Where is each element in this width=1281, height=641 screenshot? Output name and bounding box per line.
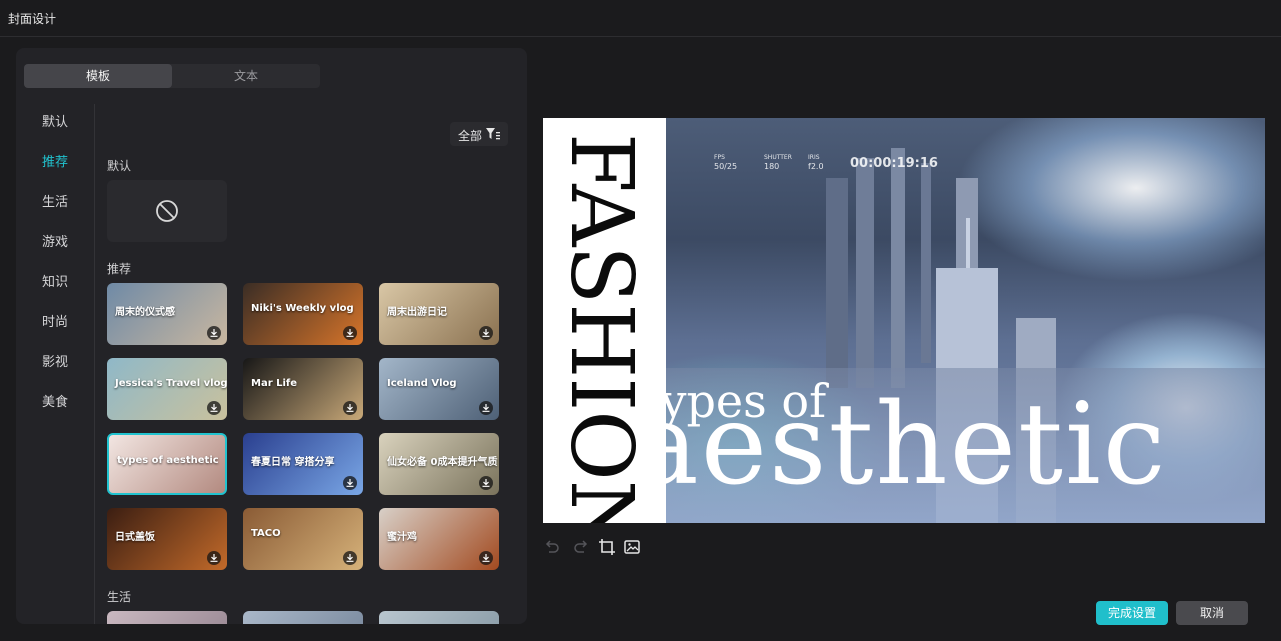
done-button[interactable]: 完成设置 [1096,601,1168,625]
download-icon[interactable] [343,326,357,340]
template-thumbnail[interactable]: Mar Life [243,358,363,420]
download-icon[interactable] [343,476,357,490]
preview-headline: aesthetic [666,380,1168,510]
download-icon[interactable] [479,476,493,490]
category-default[interactable]: 默认 [16,111,94,130]
vertical-title-text: FASHION [551,133,651,523]
tab-template[interactable]: 模板 [24,64,172,88]
thumbnail-caption: 春夏日常 穿搭分享 [251,457,335,468]
template-thumbnail[interactable]: 春夏日常 穿搭分享 [243,433,363,495]
thumbnail-caption: Mar Life [251,378,298,389]
thumbnail-caption: 蜜汁鸡 [387,532,417,543]
category-divider [94,104,95,624]
template-thumbnail[interactable]: Iceland Vlog [379,358,499,420]
download-icon[interactable] [207,551,221,565]
thumbnail-caption: Niki's Weekly vlog [251,303,354,314]
category-games[interactable]: 游戏 [16,231,94,250]
undo-icon[interactable] [543,538,561,556]
thumbnail-caption: Jessica's Travel vlog [115,378,227,389]
title-bar: 封面设计 [0,0,1281,37]
download-icon[interactable] [343,401,357,415]
category-knowledge[interactable]: 知识 [16,271,94,290]
thumbnail-caption: TACO [251,528,281,539]
crop-icon[interactable] [598,538,616,556]
template-thumbnail-partial[interactable] [379,611,499,624]
tab-text[interactable]: 文本 [172,64,320,88]
cancel-button[interactable]: 取消 [1176,601,1248,625]
thumbnail-caption: 仙女必备 0成本提升气质 [387,457,498,468]
filter-label: 全部 [458,129,483,143]
window-title: 封面设计 [8,12,57,26]
cover-preview[interactable]: FASHION FPS 50/25 SHUTTER 180 IRIS f2.0 … [543,118,1265,523]
template-thumbnail[interactable]: Jessica's Travel vlog [107,358,227,420]
template-thumbnail[interactable]: TACO [243,508,363,570]
template-thumbnail[interactable]: 仙女必备 0成本提升气质 [379,433,499,495]
redo-icon[interactable] [572,538,590,556]
template-thumbnail-partial[interactable] [107,611,227,624]
no-cover-option[interactable] [107,180,227,242]
category-recommended[interactable]: 推荐 [16,151,94,170]
download-icon[interactable] [479,326,493,340]
download-icon[interactable] [343,551,357,565]
preview-text-layer: types of aesthetic [666,118,1265,523]
template-panel: 模板 文本 默认 推荐 生活 游戏 知识 时尚 影视 美食 全部 默认 推荐 周… [16,48,527,624]
thumbnail-caption: types of aesthetic [117,455,219,466]
thumbnail-caption: 日式盖饭 [115,532,155,543]
download-icon[interactable] [479,401,493,415]
template-thumbnail[interactable]: 日式盖饭 [107,508,227,570]
section-default-label: 默认 [107,159,132,173]
thumbnail-caption: 周末出游日记 [387,307,447,318]
replace-image-icon[interactable] [623,538,641,556]
template-thumbnail[interactable]: types of aesthetic [107,433,227,495]
download-icon[interactable] [207,401,221,415]
vertical-title: FASHION [551,123,661,523]
category-fashion[interactable]: 时尚 [16,311,94,330]
template-thumbnail[interactable]: 周末的仪式感 [107,283,227,345]
no-cover-icon [156,200,178,222]
template-thumbnail[interactable]: 周末出游日记 [379,283,499,345]
panel-tabs: 模板 文本 [24,64,320,88]
category-film[interactable]: 影视 [16,351,94,370]
download-icon[interactable] [207,326,221,340]
category-life[interactable]: 生活 [16,191,94,210]
template-thumbnail[interactable]: Niki's Weekly vlog [243,283,363,345]
section-recommended-label: 推荐 [107,262,132,276]
template-thumbnail-partial[interactable] [243,611,363,624]
filter-icon [486,128,500,140]
thumbnail-caption: 周末的仪式感 [115,307,175,318]
section-life-label: 生活 [107,590,132,604]
category-food[interactable]: 美食 [16,391,94,410]
template-thumbnail[interactable]: 蜜汁鸡 [379,508,499,570]
filter-button[interactable]: 全部 [450,122,508,146]
download-icon[interactable] [479,551,493,565]
thumbnail-caption: Iceland Vlog [387,378,457,389]
